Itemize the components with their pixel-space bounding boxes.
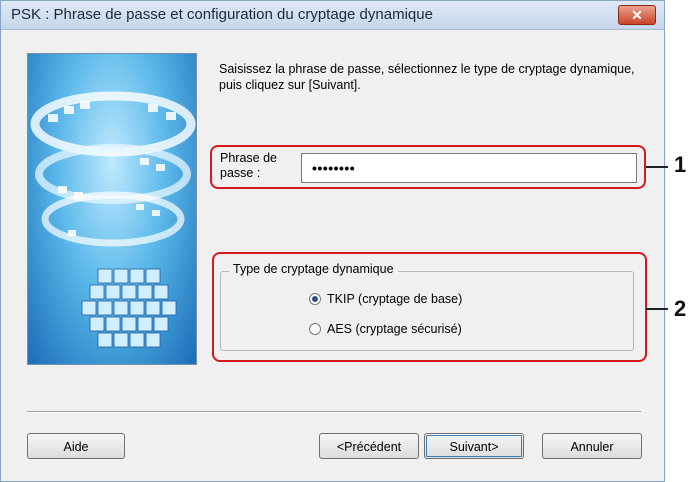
instruction-text: Saisissez la phrase de passe, sélectionn… xyxy=(219,62,635,92)
callout-number-2: 2 xyxy=(674,296,687,321)
radio-button-unchecked[interactable] xyxy=(309,323,321,335)
next-button[interactable]: Suivant> xyxy=(424,433,524,459)
radio-aes-label: AES (cryptage sécurisé) xyxy=(327,322,462,336)
wizard-illustration xyxy=(27,53,197,365)
dialog-window: PSK : Phrase de passe et configuration d… xyxy=(0,0,665,482)
cancel-button[interactable]: Annuler xyxy=(542,433,642,459)
callout-pointer-1 xyxy=(646,166,668,168)
callout-pointer-2 xyxy=(646,308,668,310)
separator-line xyxy=(27,411,641,413)
window-title: PSK : Phrase de passe et configuration d… xyxy=(11,6,433,23)
callout-number-1: 1 xyxy=(674,152,687,177)
close-button[interactable]: ✕ xyxy=(618,5,656,25)
encryption-type-label: Type de cryptage dynamique xyxy=(229,262,398,276)
previous-button[interactable]: <Précédent xyxy=(319,433,419,459)
passphrase-label: Phrase de passe : xyxy=(220,151,277,180)
radio-button-checked[interactable] xyxy=(309,293,321,305)
radio-tkip-label: TKIP (cryptage de base) xyxy=(327,292,463,306)
spiral-network-image xyxy=(30,91,196,348)
passphrase-input[interactable] xyxy=(301,153,637,183)
close-icon: ✕ xyxy=(631,7,643,23)
radio-aes[interactable]: AES (cryptage sécurisé) xyxy=(309,322,462,336)
title-bar[interactable]: PSK : Phrase de passe et configuration d… xyxy=(1,1,664,30)
help-button[interactable]: Aide xyxy=(27,433,125,459)
radio-tkip[interactable]: TKIP (cryptage de base) xyxy=(309,292,462,306)
encryption-type-group xyxy=(220,271,634,351)
